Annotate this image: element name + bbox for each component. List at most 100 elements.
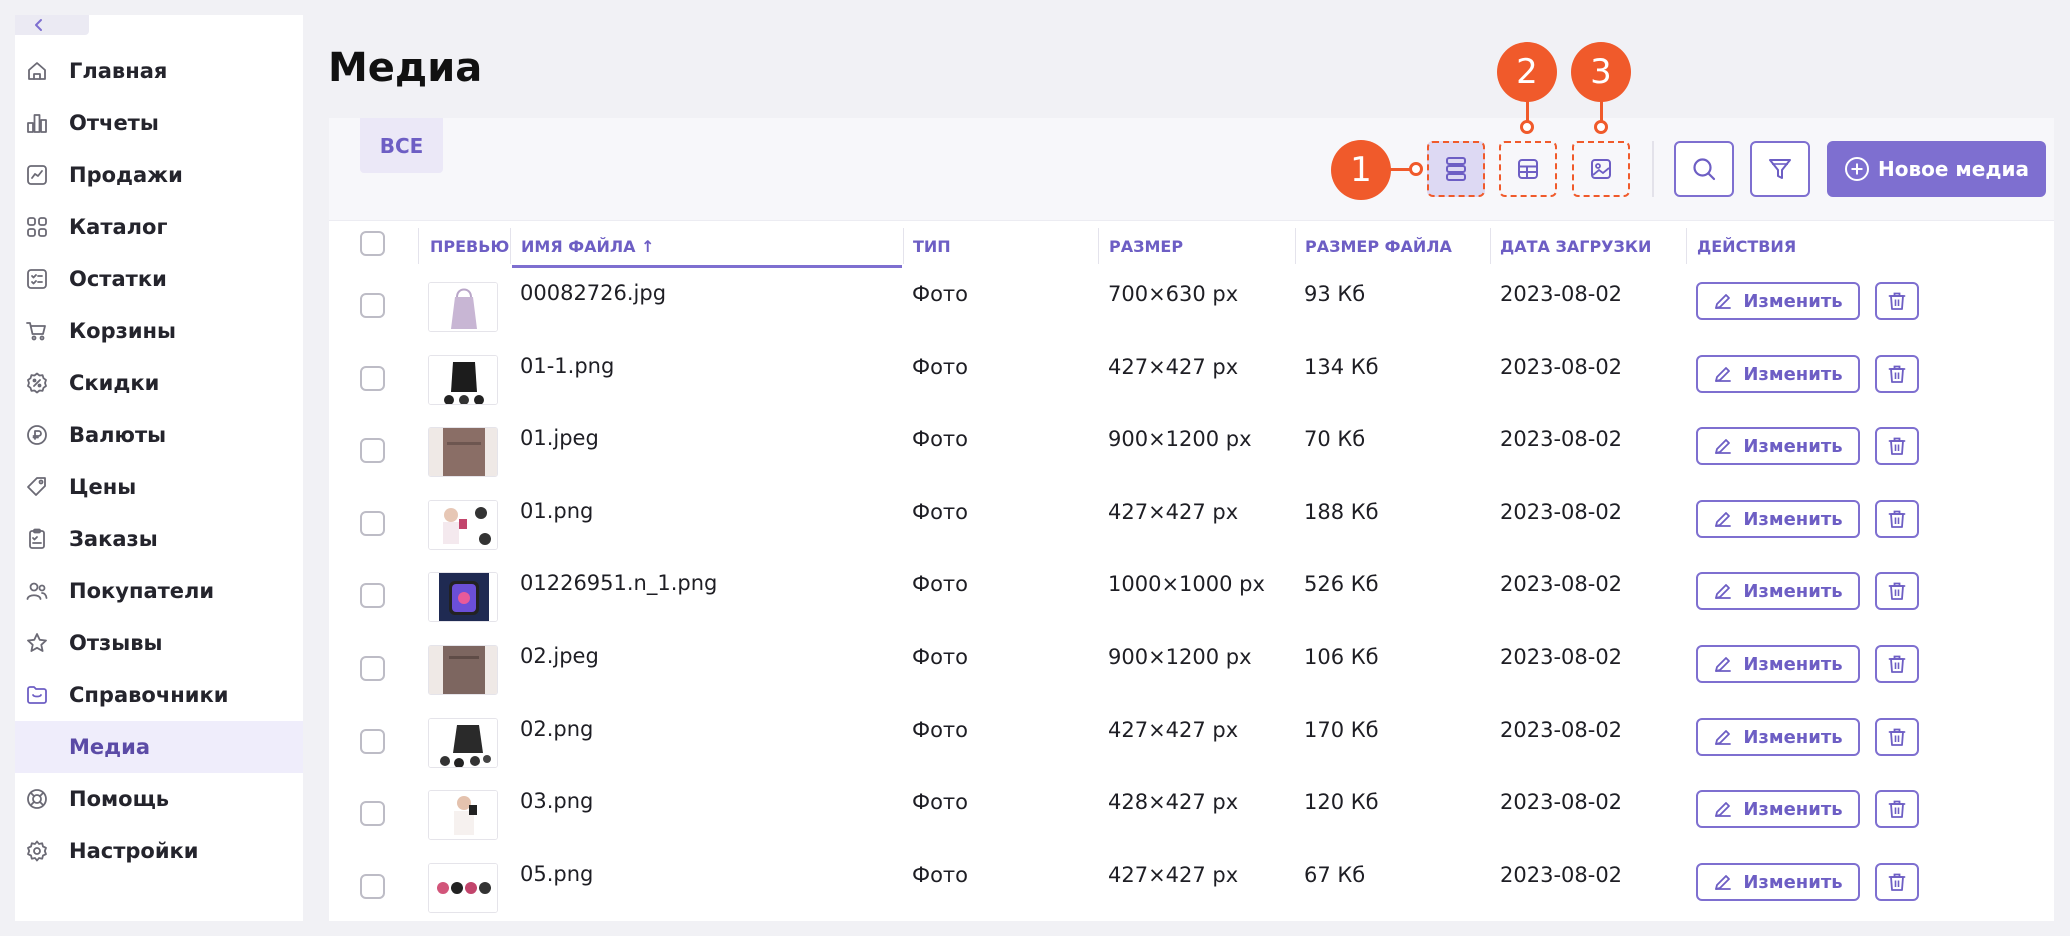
- sidebar-item-discounts[interactable]: Скидки: [15, 357, 303, 409]
- sidebar-item-label: Покупатели: [69, 579, 215, 603]
- sidebar-item-reviews[interactable]: Отзывы: [15, 617, 303, 669]
- sidebar-item-catalog[interactable]: Каталог: [15, 201, 303, 253]
- media-thumbnail[interactable]: [428, 863, 498, 913]
- sidebar-item-customers[interactable]: Покупатели: [15, 565, 303, 617]
- media-thumbnail[interactable]: [428, 790, 498, 840]
- sidebar-item-home[interactable]: Главная: [15, 45, 303, 97]
- delete-button[interactable]: [1875, 863, 1919, 901]
- tag-icon: [25, 475, 49, 499]
- edit-button[interactable]: Изменить: [1696, 500, 1860, 538]
- edit-button[interactable]: Изменить: [1696, 645, 1860, 683]
- table-row[interactable]: 02.png Фото 427×427 px 170 Кб 2023-08-02…: [329, 708, 2054, 780]
- sidebar-item-currencies[interactable]: Валюты: [15, 409, 303, 461]
- sidebar-item-orders[interactable]: Заказы: [15, 513, 303, 565]
- edit-button[interactable]: Изменить: [1696, 718, 1860, 756]
- delete-button[interactable]: [1875, 355, 1919, 393]
- delete-button[interactable]: [1875, 645, 1919, 683]
- table-row[interactable]: 01-1.png Фото 427×427 px 134 Кб 2023-08-…: [329, 345, 2054, 417]
- star-icon: [25, 631, 49, 655]
- media-thumbnail[interactable]: [428, 282, 498, 332]
- sidebar-item-reports[interactable]: Отчеты: [15, 97, 303, 149]
- delete-button[interactable]: [1875, 282, 1919, 320]
- row-checkbox[interactable]: [360, 874, 385, 899]
- table-row[interactable]: 05.png Фото 427×427 px 67 Кб 2023-08-02 …: [329, 853, 2054, 925]
- file-name[interactable]: 02.png: [520, 717, 593, 741]
- select-all-checkbox[interactable]: [360, 231, 385, 256]
- row-checkbox[interactable]: [360, 366, 385, 391]
- image-dimensions: 427×427 px: [1108, 718, 1239, 742]
- file-name[interactable]: 01-1.png: [520, 354, 614, 378]
- annotation-connector: [1526, 101, 1529, 121]
- row-checkbox[interactable]: [360, 438, 385, 463]
- delete-button[interactable]: [1875, 718, 1919, 756]
- sidebar-item-media[interactable]: Медиа: [15, 721, 303, 773]
- table-view-button[interactable]: [1499, 141, 1557, 197]
- edit-button[interactable]: Изменить: [1696, 790, 1860, 828]
- delete-button[interactable]: [1875, 500, 1919, 538]
- media-thumbnail[interactable]: [428, 645, 498, 695]
- row-checkbox[interactable]: [360, 656, 385, 681]
- gallery-view-button[interactable]: [1572, 141, 1630, 197]
- sidebar-item-stock[interactable]: Остатки: [15, 253, 303, 305]
- edit-label: Изменить: [1743, 290, 1843, 312]
- edit-button[interactable]: Изменить: [1696, 572, 1860, 610]
- table-row[interactable]: 01.png Фото 427×427 px 188 Кб 2023-08-02…: [329, 490, 2054, 562]
- row-checkbox[interactable]: [360, 583, 385, 608]
- new-media-button[interactable]: Новое медиа: [1827, 141, 2046, 197]
- annotation-dot: [1520, 120, 1534, 134]
- table-row[interactable]: 01226951.n_1.png Фото 1000×1000 px 526 К…: [329, 562, 2054, 634]
- edit-button[interactable]: Изменить: [1696, 282, 1860, 320]
- sidebar-item-settings[interactable]: Настройки: [15, 825, 303, 877]
- trash-icon: [1888, 800, 1906, 818]
- edit-button[interactable]: Изменить: [1696, 863, 1860, 901]
- row-checkbox[interactable]: [360, 729, 385, 754]
- table-row[interactable]: 02.jpeg Фото 900×1200 px 106 Кб 2023-08-…: [329, 635, 2054, 707]
- delete-button[interactable]: [1875, 572, 1919, 610]
- collapse-sidebar-button[interactable]: [15, 15, 89, 35]
- upload-date: 2023-08-02: [1500, 790, 1623, 814]
- row-checkbox[interactable]: [360, 293, 385, 318]
- media-thumbnail[interactable]: [428, 427, 498, 477]
- edit-button[interactable]: Изменить: [1696, 427, 1860, 465]
- row-checkbox[interactable]: [360, 801, 385, 826]
- column-header-file-size[interactable]: РАЗМЕР ФАЙЛА: [1305, 222, 1452, 270]
- file-type: Фото: [912, 355, 969, 379]
- table-row[interactable]: 00082726.jpg Фото 700×630 px 93 Кб 2023-…: [329, 272, 2054, 344]
- upload-date: 2023-08-02: [1500, 355, 1623, 379]
- table-row[interactable]: 03.png Фото 428×427 px 120 Кб 2023-08-02…: [329, 780, 2054, 852]
- search-button[interactable]: [1674, 141, 1734, 197]
- file-name[interactable]: 03.png: [520, 789, 593, 813]
- column-header-type[interactable]: ТИП: [913, 222, 951, 270]
- column-header-date[interactable]: ДАТА ЗАГРУЗКИ: [1500, 222, 1651, 270]
- sidebar-item-prices[interactable]: Цены: [15, 461, 303, 513]
- tab-all[interactable]: ВСЕ: [360, 118, 443, 173]
- row-checkbox[interactable]: [360, 511, 385, 536]
- trend-chart-icon: [25, 163, 49, 187]
- table-row[interactable]: 01.jpeg Фото 900×1200 px 70 Кб 2023-08-0…: [329, 417, 2054, 489]
- file-name[interactable]: 05.png: [520, 862, 593, 886]
- delete-button[interactable]: [1875, 790, 1919, 828]
- sidebar-item-help[interactable]: Помощь: [15, 773, 303, 825]
- sidebar-item-references[interactable]: Справочники: [15, 669, 303, 721]
- edit-label: Изменить: [1743, 798, 1843, 820]
- list-view-button[interactable]: [1427, 141, 1485, 197]
- file-name[interactable]: 01226951.n_1.png: [520, 571, 717, 595]
- media-thumbnail[interactable]: [428, 355, 498, 405]
- media-thumbnail[interactable]: [428, 500, 498, 550]
- file-size: 67 Кб: [1304, 863, 1366, 887]
- filter-button[interactable]: [1750, 141, 1810, 197]
- file-name[interactable]: 01.jpeg: [520, 426, 599, 450]
- file-name[interactable]: 00082726.jpg: [520, 281, 666, 305]
- column-header-preview[interactable]: ПРЕВЬЮ: [430, 222, 509, 270]
- column-header-name[interactable]: ИМЯ ФАЙЛА ↑: [521, 222, 655, 270]
- media-thumbnail[interactable]: [428, 572, 498, 622]
- file-name[interactable]: 02.jpeg: [520, 644, 599, 668]
- pencil-icon: [1715, 875, 1732, 890]
- sidebar-item-sales[interactable]: Продажи: [15, 149, 303, 201]
- column-header-size[interactable]: РАЗМЕР: [1109, 222, 1183, 270]
- delete-button[interactable]: [1875, 427, 1919, 465]
- media-thumbnail[interactable]: [428, 718, 498, 768]
- sidebar-item-carts[interactable]: Корзины: [15, 305, 303, 357]
- file-name[interactable]: 01.png: [520, 499, 593, 523]
- edit-button[interactable]: Изменить: [1696, 355, 1860, 393]
